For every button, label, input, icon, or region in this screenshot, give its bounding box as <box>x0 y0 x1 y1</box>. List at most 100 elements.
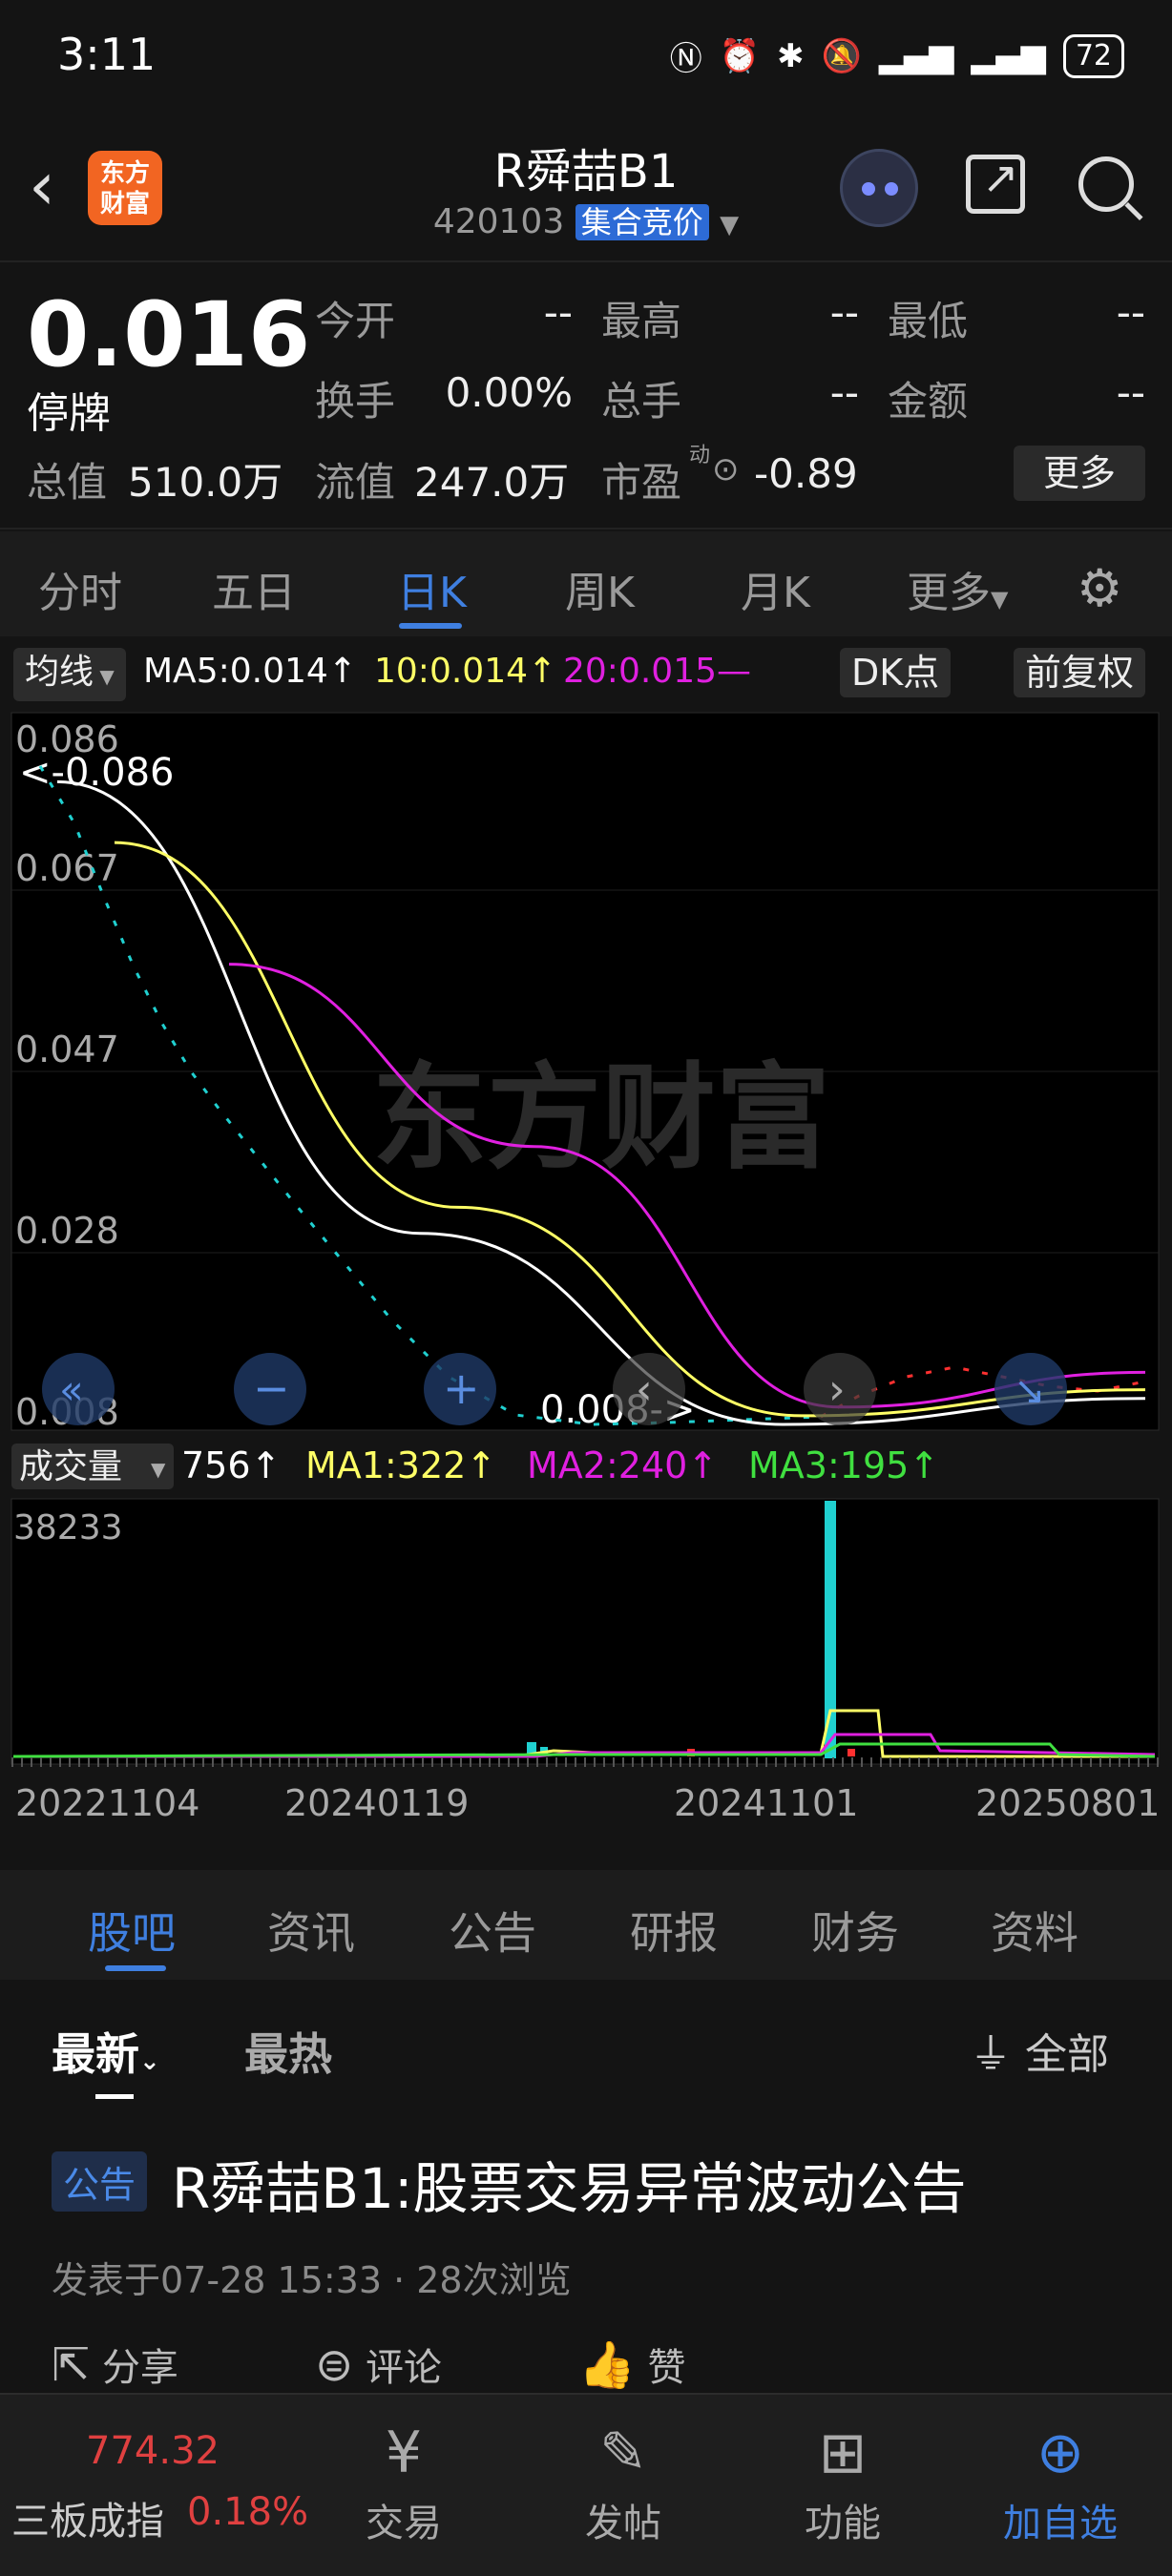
ma-selector[interactable]: 均线 ▼ <box>13 648 126 701</box>
vol-ma2-legend: MA2:240↑ <box>527 1444 718 1486</box>
stock-code: 420103 <box>432 202 565 241</box>
adjust-button[interactable]: 前复权 <box>1014 648 1146 697</box>
clock: 3:11 <box>57 29 157 80</box>
sort-latest-label: 最新 <box>52 2028 139 2080</box>
nav-post[interactable]: ✎ 发帖 <box>552 2420 695 2547</box>
share-label: 分享 <box>101 2346 178 2390</box>
date-label: 20241101 <box>674 1782 858 1824</box>
bluetooth-icon: ✱ <box>777 36 805 75</box>
robot-eye <box>862 182 875 196</box>
pe-label: 市盈 <box>601 459 682 506</box>
pe-dynamic-mark: 动 <box>689 444 711 467</box>
mktcap-value: 510.0万 <box>128 459 283 506</box>
like-action[interactable]: 👍 赞 <box>578 2337 685 2392</box>
dropdown-icon: ▼ <box>151 1458 166 1481</box>
filter-icon: ⏚ <box>970 2030 1012 2079</box>
search-icon[interactable] <box>1078 156 1134 212</box>
tab-more-label: 更多 <box>907 569 991 617</box>
float-label: 流值 <box>315 459 396 506</box>
mute-icon: 🔕 <box>821 36 862 75</box>
share-icon[interactable] <box>966 152 1025 214</box>
tab-profile[interactable]: 资料 <box>991 1899 1078 1962</box>
ma20-legend: 20:0.015— <box>563 652 751 691</box>
minus-icon: − <box>253 1362 290 1414</box>
more-button[interactable]: 更多 <box>1014 446 1145 501</box>
low-value: -- <box>1116 289 1145 336</box>
ma10-legend: 10:0.014↑ <box>374 652 557 691</box>
expand-icon: ↘ <box>1014 1369 1046 1413</box>
index-change[interactable]: 0.18% <box>187 2490 308 2534</box>
status-icons: Ⓝ ⏰ ✱ 🔕 ▂▄▆ ▂▄▆ 72 <box>670 32 1124 79</box>
sort-latest[interactable]: 最新⌄ <box>52 2020 160 2083</box>
amount-label: 金额 <box>888 378 969 425</box>
stock-header: ‹ 东方 财富 R舜喆B1 420103 集合竞价 ▼ <box>0 114 1172 262</box>
thumbs-up-icon: 👍 <box>578 2338 636 2392</box>
chevron-down-icon: ⌄ <box>139 2047 160 2076</box>
tab-finance[interactable]: 财务 <box>811 1899 899 1962</box>
nfc-icon: Ⓝ <box>669 40 702 78</box>
trade-icon: ¥ <box>385 2420 423 2486</box>
signal-icon: ▂▄▆ <box>878 36 954 75</box>
edit-icon: ✎ <box>598 2420 648 2486</box>
info-icon[interactable]: ⊙ <box>712 450 740 488</box>
dropdown-icon: ▼ <box>94 665 115 688</box>
ma-selector-label: 均线 <box>25 653 94 692</box>
nav-trade[interactable]: ¥ 交易 <box>332 2420 475 2547</box>
nav-trade-label: 交易 <box>366 2502 442 2545</box>
content-tabs: 股吧 资讯 公告 研报 财务 资料 <box>0 1870 1172 1980</box>
like-label: 赞 <box>647 2346 686 2390</box>
turnover-label: 换手 <box>315 378 396 425</box>
nav-add-watchlist[interactable]: ⊕ 加自选 <box>989 2420 1132 2547</box>
tab-monthly-k[interactable]: 月K <box>741 558 810 619</box>
tab-intraday[interactable]: 分时 <box>38 558 122 619</box>
filter-label: 全部 <box>1025 2030 1109 2079</box>
volume-bar <box>848 1749 855 1756</box>
dropdown-icon: ▼ <box>720 211 740 239</box>
nav-functions[interactable]: ⊞ 功能 <box>771 2420 914 2547</box>
volume-label: 总手 <box>601 378 682 425</box>
current-price: 0.016 <box>27 283 311 387</box>
announcement-tag: 公告 <box>52 2151 148 2212</box>
low-label: 最低 <box>888 298 969 344</box>
volume-bar <box>825 1501 836 1758</box>
tab-weekly-k[interactable]: 周K <box>565 558 635 619</box>
turnover-value: 0.00% <box>445 369 573 416</box>
post-title[interactable]: R舜喆B1:股票交易异常波动公告 <box>172 2144 967 2224</box>
price-tick: 0.067 <box>15 847 119 889</box>
dk-point-button[interactable]: DK点 <box>840 648 952 697</box>
price-tick: 0.047 <box>15 1028 119 1070</box>
chart-canvas[interactable]: 东方财富 0.086 0.067 0.047 0.028 0.008 <-0.0… <box>0 709 1172 1867</box>
tab-five-day[interactable]: 五日 <box>212 558 296 619</box>
vol-ma1-legend: MA1:322↑ <box>305 1444 496 1486</box>
index-value[interactable]: 774.32 <box>86 2429 220 2473</box>
tab-daily-k[interactable]: 日K <box>397 558 467 619</box>
forum-feed: 最新⌄ 最热 ⏚ 全部 公告 R舜喆B1:股票交易异常波动公告 发表于07-28… <box>0 1982 1172 2392</box>
sort-hot[interactable]: 最热 <box>244 2020 332 2083</box>
date-label: 20221104 <box>15 1782 199 1824</box>
nav-add-watchlist-label: 加自选 <box>1003 2502 1118 2545</box>
ma5-legend: MA5:0.014↑ <box>143 652 357 691</box>
grid-icon: ⊞ <box>818 2420 868 2486</box>
settings-gear-icon[interactable]: ⚙ <box>1077 558 1122 618</box>
share-action[interactable]: ⇱ 分享 <box>52 2337 178 2392</box>
high-value: -- <box>829 289 859 336</box>
price-tick: 0.028 <box>15 1210 119 1252</box>
high-label: 最高 <box>601 298 682 344</box>
open-label: 今开 <box>315 298 396 344</box>
volume-max-tick: 38233 <box>13 1508 123 1548</box>
amount-value: -- <box>1116 369 1145 416</box>
filter-all[interactable]: ⏚ 全部 <box>970 2020 1109 2081</box>
index-name[interactable]: 三板成指 <box>11 2490 164 2545</box>
tab-guba[interactable]: 股吧 <box>88 1899 176 1962</box>
pe-value: -0.89 <box>754 450 858 497</box>
nav-post-label: 发帖 <box>585 2502 661 2545</box>
tab-more[interactable]: 更多▼ <box>907 558 1008 619</box>
tab-research[interactable]: 研报 <box>630 1899 718 1962</box>
auction-badge: 集合竞价 <box>575 204 709 240</box>
kline-chart: 均线 ▼ MA5:0.014↑ 10:0.014↑ 20:0.015— DK点 … <box>0 636 1172 1867</box>
tab-announcements[interactable]: 公告 <box>449 1899 536 1962</box>
active-tab-indicator <box>105 1965 166 1971</box>
ai-assistant-icon[interactable] <box>840 149 918 227</box>
comment-action[interactable]: ⊜ 评论 <box>315 2337 442 2392</box>
tab-news[interactable]: 资讯 <box>267 1899 355 1962</box>
